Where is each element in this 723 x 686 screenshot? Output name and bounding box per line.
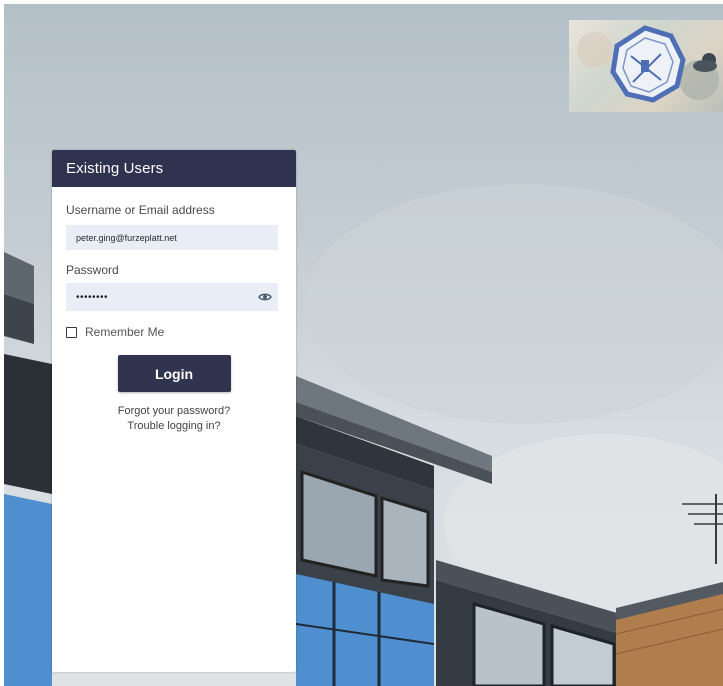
eye-icon <box>258 293 272 301</box>
show-password-toggle[interactable] <box>254 286 276 308</box>
password-label: Password <box>66 263 119 277</box>
school-logo[interactable] <box>569 20 723 112</box>
password-field <box>66 283 278 311</box>
login-button[interactable]: Login <box>117 355 231 392</box>
username-label: Username or Email address <box>66 203 215 217</box>
card-title: Existing Users <box>52 150 296 187</box>
login-page: Existing Users Username or Email address… <box>4 4 723 686</box>
remember-me-label: Remember Me <box>85 325 165 339</box>
username-input[interactable] <box>66 225 278 250</box>
login-form: Username or Email address Password Remem… <box>52 203 296 434</box>
remember-me-row[interactable]: Remember Me <box>66 325 282 339</box>
login-card: Existing Users Username or Email address… <box>52 150 296 672</box>
school-crest-icon <box>577 25 719 103</box>
forgot-password-link[interactable]: Forgot your password? <box>66 404 282 419</box>
trouble-logging-in-link[interactable]: Trouble logging in? <box>66 419 282 434</box>
help-links: Forgot your password? Trouble logging in… <box>66 404 282 434</box>
remember-me-checkbox[interactable] <box>66 326 77 338</box>
password-input[interactable] <box>66 283 246 311</box>
